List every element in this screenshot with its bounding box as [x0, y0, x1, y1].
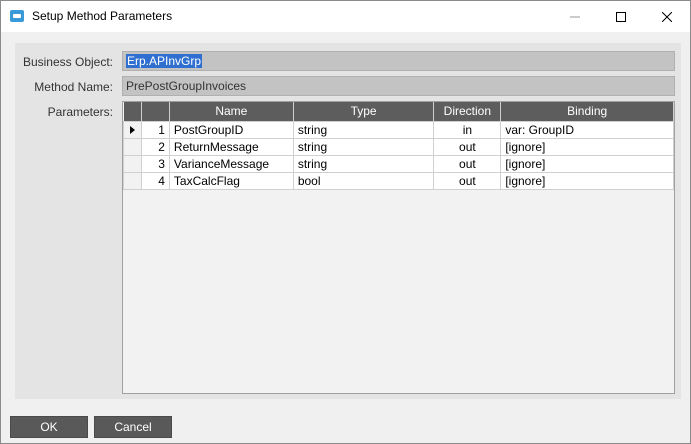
current-row-arrow-icon	[130, 125, 135, 134]
row-indicator[interactable]	[123, 120, 142, 139]
maximize-icon	[616, 11, 626, 22]
close-icon	[662, 11, 672, 22]
method-name-label: Method Name:	[34, 80, 113, 94]
table-row[interactable]: 4 TaxCalcFlag bool out [ignore]	[123, 171, 674, 190]
table-row[interactable]: 2 ReturnMessage string out [ignore]	[123, 137, 674, 156]
row-number: 2	[140, 137, 170, 156]
row-number: 3	[140, 154, 170, 173]
parameters-label: Parameters:	[47, 105, 113, 119]
column-header-name[interactable]: Name	[169, 102, 294, 121]
row-indicator[interactable]	[123, 171, 142, 190]
cell-direction[interactable]: out	[433, 137, 502, 156]
cancel-button[interactable]: Cancel	[94, 416, 172, 438]
app-window-icon	[10, 10, 24, 22]
cell-type[interactable]: bool	[292, 171, 435, 190]
row-number: 4	[140, 171, 170, 190]
title-bar[interactable]: Setup Method Parameters	[1, 1, 690, 32]
column-header-binding[interactable]: Binding	[500, 102, 674, 121]
column-header-direction[interactable]: Direction	[433, 102, 502, 121]
cell-name[interactable]: ReturnMessage	[168, 137, 294, 156]
row-indicator[interactable]	[123, 137, 142, 156]
cell-name[interactable]: VarianceMessage	[168, 154, 294, 173]
method-name-value: PrePostGroupInvoices	[126, 79, 247, 93]
cell-direction[interactable]: out	[433, 171, 502, 190]
business-object-field[interactable]: Erp.APInvGrp	[122, 51, 675, 71]
cell-binding[interactable]: [ignore]	[500, 137, 674, 156]
grid-header-row: Name Type Direction Binding	[123, 102, 674, 121]
column-header-type[interactable]: Type	[293, 102, 435, 121]
minimize-button[interactable]	[552, 1, 598, 32]
header-number	[141, 102, 170, 121]
cell-name[interactable]: TaxCalcFlag	[168, 171, 294, 190]
cell-type[interactable]: string	[292, 137, 435, 156]
maximize-button[interactable]	[598, 1, 644, 32]
header-indicator	[123, 102, 142, 121]
cell-type[interactable]: string	[292, 120, 435, 139]
row-number: 1	[140, 120, 170, 139]
method-name-field[interactable]: PrePostGroupInvoices	[122, 76, 675, 96]
business-object-value: Erp.APInvGrp	[126, 54, 203, 68]
parameters-grid[interactable]: Name Type Direction Binding 1 PostGroupI…	[122, 101, 675, 394]
cell-binding[interactable]: [ignore]	[500, 154, 674, 173]
window-title: Setup Method Parameters	[32, 9, 173, 23]
cell-direction[interactable]: out	[433, 154, 502, 173]
row-indicator[interactable]	[123, 154, 142, 173]
cell-type[interactable]: string	[292, 154, 435, 173]
cell-name[interactable]: PostGroupID	[168, 120, 294, 139]
cell-binding[interactable]: [ignore]	[500, 171, 674, 190]
business-object-label: Business Object:	[22, 55, 113, 69]
parameters-table: Name Type Direction Binding 1 PostGroupI…	[123, 102, 674, 190]
table-row[interactable]: 1 PostGroupID string in var: GroupID	[123, 120, 674, 139]
cell-direction[interactable]: in	[433, 120, 502, 139]
setup-method-parameters-dialog: Setup Method Parameters Business Object:…	[0, 0, 691, 444]
ok-button[interactable]: OK	[10, 416, 88, 438]
cell-binding[interactable]: var: GroupID	[500, 120, 674, 139]
close-button[interactable]	[644, 1, 690, 32]
table-row[interactable]: 3 VarianceMessage string out [ignore]	[123, 154, 674, 173]
parameters-panel: Business Object: Erp.APInvGrp Method Nam…	[15, 43, 681, 399]
minimize-icon	[570, 16, 580, 17]
